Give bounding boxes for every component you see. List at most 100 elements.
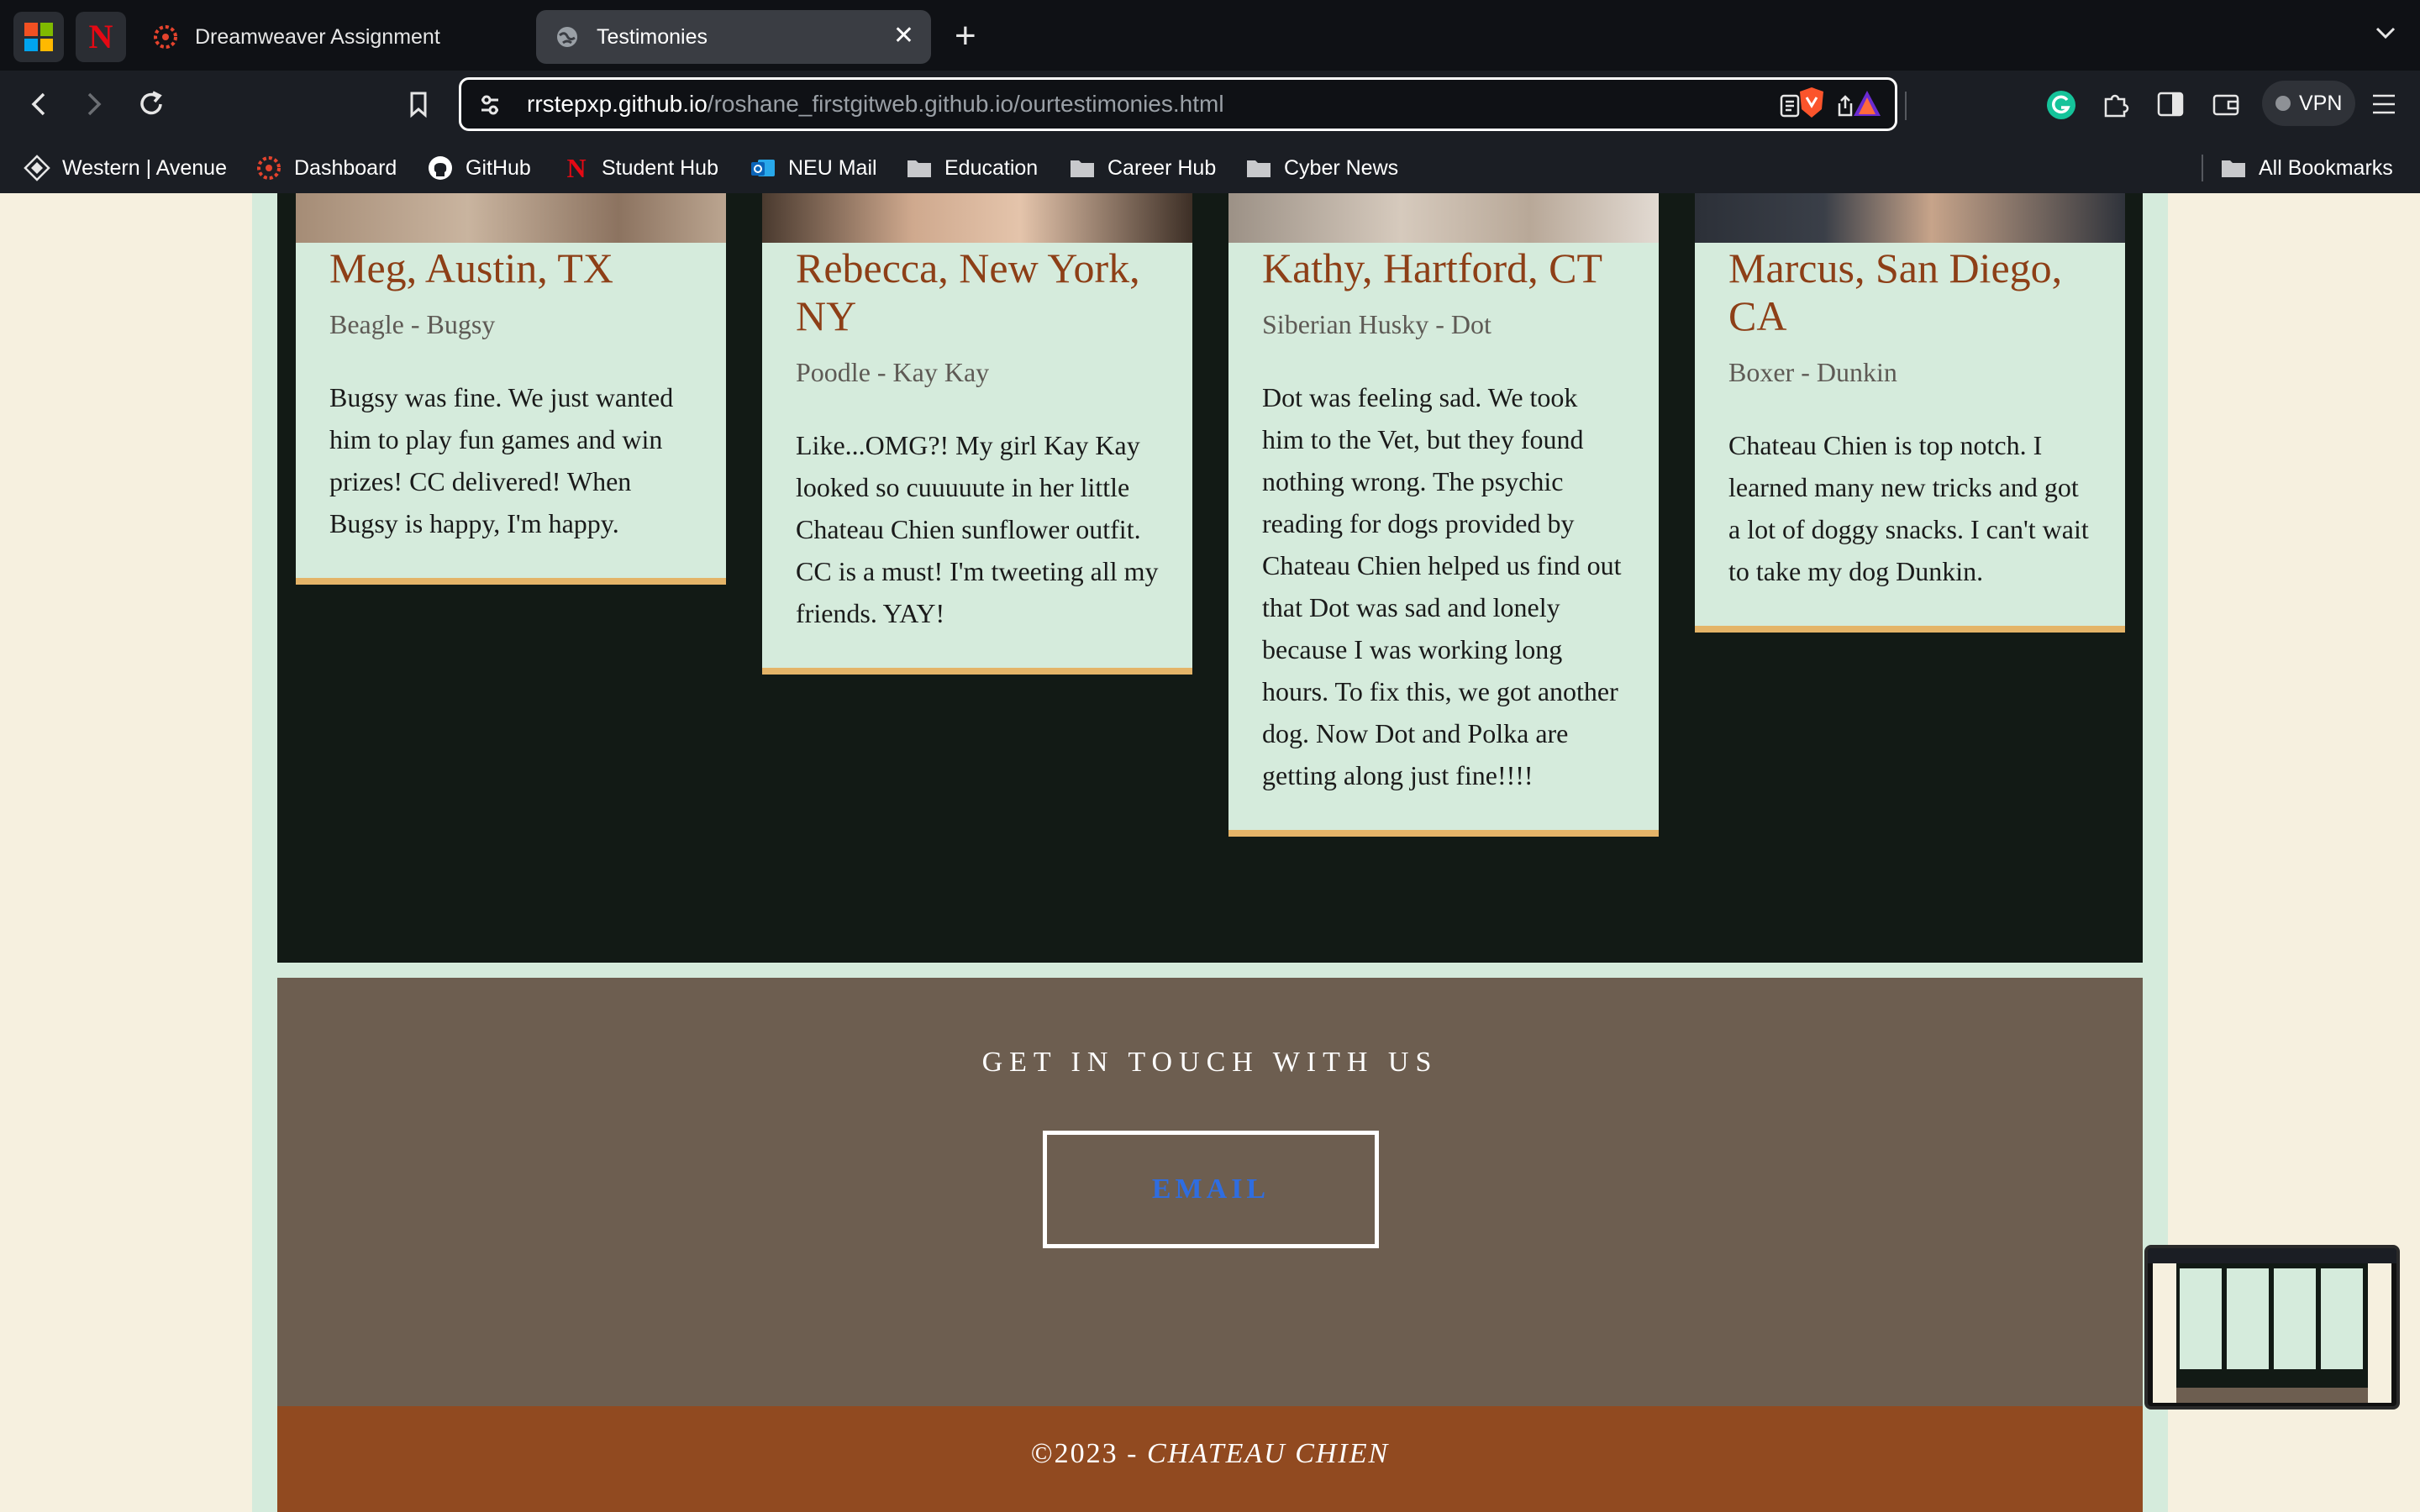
picture-in-picture-preview[interactable] xyxy=(2144,1245,2400,1410)
pinned-tab-microsoft[interactable] xyxy=(13,12,64,62)
testimonial-quote: Like...OMG?! My girl Kay Kay looked so c… xyxy=(796,430,1159,628)
bookmark-folder-career-hub[interactable]: Career Hub xyxy=(1069,143,1216,193)
testimonial-breed: Beagle - Bugsy xyxy=(329,309,496,339)
bookmark-label: Dashboard xyxy=(294,155,397,180)
pinned-tab-netflix[interactable]: N xyxy=(76,12,126,62)
menu-icon[interactable] xyxy=(2370,91,2398,118)
all-bookmarks-button[interactable]: All Bookmarks xyxy=(2220,143,2393,193)
bookmark-label: GitHub xyxy=(466,155,531,180)
footer-brand: CHATEAU CHIEN xyxy=(1146,1438,1390,1469)
vpn-status-icon xyxy=(2275,96,2291,111)
brave-rewards-icon[interactable] xyxy=(1852,89,1882,118)
preview-card xyxy=(2274,1268,2316,1369)
preview-card xyxy=(2227,1268,2269,1369)
contact-heading: GET IN TOUCH WITH US xyxy=(981,1047,1439,1078)
vpn-button[interactable]: VPN xyxy=(2262,81,2356,126)
browser-tab-bar: N Dreamweaver Assignment Testimonies ✕ + xyxy=(0,0,2420,71)
page-footer: ©2023 - CHATEAU CHIEN xyxy=(277,1406,2143,1512)
testimonial-breed: Siberian Husky - Dot xyxy=(1262,309,1491,339)
new-tab-button[interactable]: + xyxy=(955,15,976,57)
testimonial-card: Rebecca, New York, NY Poodle - Kay Kay L… xyxy=(762,193,1192,675)
bookmark-label: Career Hub xyxy=(1107,155,1217,180)
preview-page xyxy=(2153,1263,2391,1403)
testimonial-quote: Dot was feeling sad. We took him to the … xyxy=(1262,382,1622,790)
testimonial-name: Rebecca, New York, NY xyxy=(796,244,1140,339)
url-text: rrstepxp.github.io/roshane_firstgitweb.g… xyxy=(527,91,1224,118)
outlook-icon xyxy=(751,160,775,176)
grammarly-icon[interactable] xyxy=(2045,89,2077,121)
footer-text: ©2023 - CHATEAU CHIEN xyxy=(277,1438,2143,1470)
tab-testimonies[interactable]: Testimonies ✕ xyxy=(536,10,931,64)
preview-contact xyxy=(2176,1388,2368,1403)
github-icon xyxy=(429,156,452,180)
microsoft-icon xyxy=(24,23,53,51)
bookmarks-divider xyxy=(2202,155,2203,181)
testimonial-quote: Chateau Chien is top notch. I learned ma… xyxy=(1728,430,2089,586)
bookmark-icon[interactable] xyxy=(402,87,435,121)
preview-card xyxy=(2321,1268,2363,1369)
wallet-icon[interactable] xyxy=(2212,91,2240,118)
page-viewport: Meg, Austin, TX Beagle - Bugsy Bugsy was… xyxy=(0,193,2420,1512)
bookmark-student-hub[interactable]: N Student Hub xyxy=(563,143,718,193)
folder-icon xyxy=(1247,160,1270,177)
bookmark-neu-mail[interactable]: NEU Mail xyxy=(750,143,877,193)
canvas-icon xyxy=(257,156,281,180)
back-icon[interactable] xyxy=(22,87,55,121)
tab-label: Dreamweaver Assignment xyxy=(195,24,440,49)
folder-icon xyxy=(908,160,931,177)
reload-icon[interactable] xyxy=(134,87,168,121)
canvas-icon xyxy=(154,25,177,49)
chevron-down-icon[interactable] xyxy=(2373,20,2398,45)
bookmark-github[interactable]: GitHub xyxy=(427,143,531,193)
bookmark-label: NEU Mail xyxy=(788,155,877,180)
bookmark-western-avenue[interactable]: Western | Avenue xyxy=(24,143,227,193)
bookmark-label: Student Hub xyxy=(602,155,718,180)
extensions-icon[interactable] xyxy=(2101,89,2131,119)
forward-icon[interactable] xyxy=(77,87,111,121)
testimonial-breed: Boxer - Dunkin xyxy=(1728,357,1897,387)
testimonial-photo xyxy=(296,193,726,243)
folder-icon xyxy=(2222,160,2245,177)
preview-dark-section xyxy=(2176,1263,2368,1388)
testimonial-name: Marcus, San Diego, CA xyxy=(1728,244,2063,339)
preview-chrome xyxy=(2148,1248,2396,1263)
url-host: rrstepxp.github.io xyxy=(527,91,708,117)
preview-card xyxy=(2180,1268,2222,1369)
bookmark-dashboard[interactable]: Dashboard xyxy=(255,143,397,193)
bookmark-folder-education[interactable]: Education xyxy=(906,143,1038,193)
testimonials-section: Meg, Austin, TX Beagle - Bugsy Bugsy was… xyxy=(277,193,2143,963)
testimonial-photo xyxy=(1695,193,2125,243)
diamond-logo-icon xyxy=(24,155,50,181)
toolbar-divider xyxy=(1905,92,1907,120)
testimonial-card: Kathy, Hartford, CT Siberian Husky - Dot… xyxy=(1228,193,1659,837)
testimonial-name: Meg, Austin, TX xyxy=(329,244,613,291)
site-settings-icon[interactable] xyxy=(476,92,503,118)
address-bar[interactable]: rrstepxp.github.io/roshane_firstgitweb.g… xyxy=(459,77,1907,131)
browser-toolbar: rrstepxp.github.io/roshane_firstgitweb.g… xyxy=(0,71,2420,207)
testimonial-photo xyxy=(1228,193,1659,243)
tab-dreamweaver-assignment[interactable]: Dreamweaver Assignment xyxy=(134,10,521,64)
footer-copyright: ©2023 - xyxy=(1030,1438,1147,1469)
close-tab-icon[interactable]: ✕ xyxy=(893,22,914,50)
bookmark-folder-cyber-news[interactable]: Cyber News xyxy=(1245,143,1398,193)
url-path: /roshane_firstgitweb.github.io/ourtestim… xyxy=(707,91,1224,117)
globe-icon xyxy=(557,27,577,47)
brave-shields-icon[interactable] xyxy=(1797,86,1827,119)
vpn-label: VPN xyxy=(2299,91,2343,115)
contact-section: GET IN TOUCH WITH US EMAIL xyxy=(277,978,2143,1406)
testimonial-card: Meg, Austin, TX Beagle - Bugsy Bugsy was… xyxy=(296,193,726,585)
testimonial-photo xyxy=(762,193,1192,243)
page-container: Meg, Austin, TX Beagle - Bugsy Bugsy was… xyxy=(252,193,2168,1512)
testimonial-card: Marcus, San Diego, CA Boxer - Dunkin Cha… xyxy=(1695,193,2125,633)
all-bookmarks-label: All Bookmarks xyxy=(2259,155,2393,180)
bookmark-label: Western | Avenue xyxy=(62,155,227,180)
netflix-icon: N xyxy=(566,153,587,183)
folder-icon xyxy=(1071,160,1094,177)
netflix-icon: N xyxy=(88,18,113,55)
testimonial-name: Kathy, Hartford, CT xyxy=(1262,244,1602,291)
email-button[interactable]: EMAIL xyxy=(1043,1131,1379,1248)
testimonial-quote: Bugsy was fine. We just wanted him to pl… xyxy=(329,382,674,538)
sidebar-icon[interactable] xyxy=(2156,91,2185,118)
bookmark-label: Education xyxy=(944,155,1039,180)
testimonial-breed: Poodle - Kay Kay xyxy=(796,357,990,387)
